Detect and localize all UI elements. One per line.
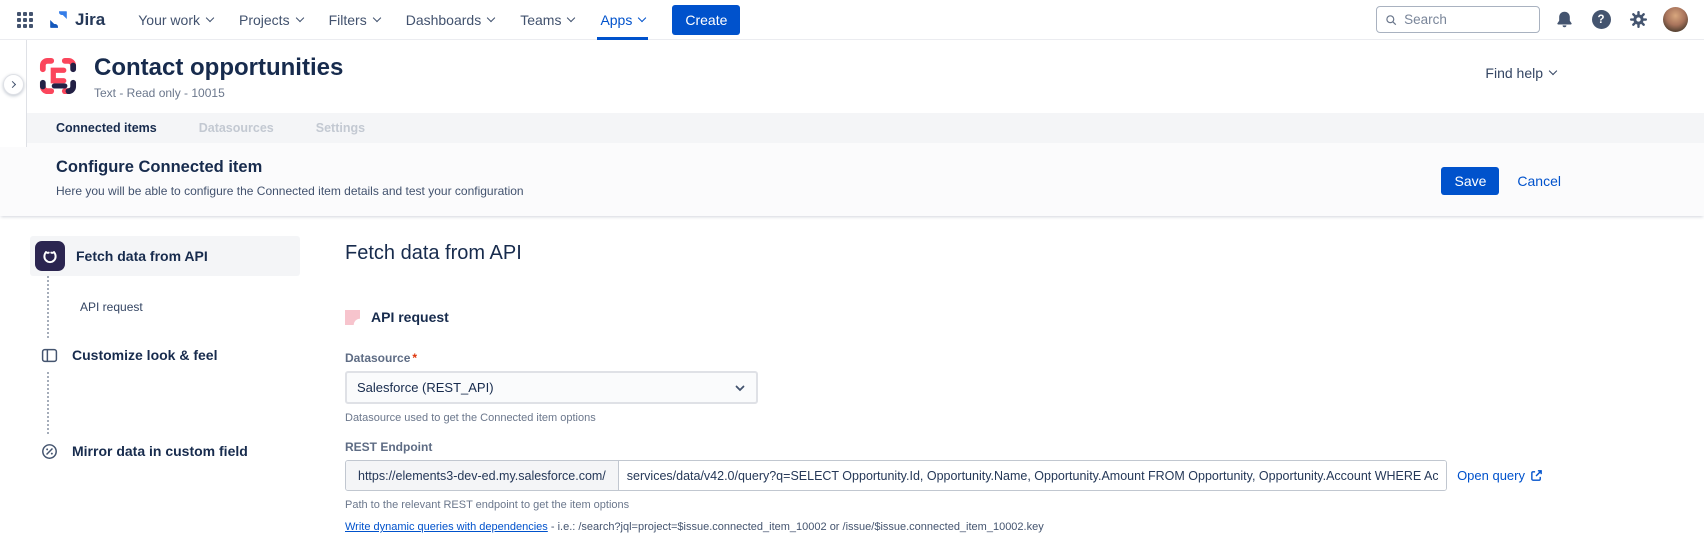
external-link-icon: [1530, 469, 1543, 482]
topnav-right-cluster: ?: [1376, 6, 1688, 33]
sidebar-item-label: Customize look & feel: [72, 347, 217, 363]
jira-logo[interactable]: Jira: [48, 9, 105, 30]
help-button[interactable]: ?: [1588, 7, 1614, 33]
tabs-bar: Connected items Datasources Settings: [0, 113, 1704, 143]
search-icon: [1385, 13, 1397, 27]
chevron-down-icon: [638, 13, 646, 21]
configure-description: Here you will be able to configure the C…: [56, 184, 524, 198]
datasource-label: Datasource*: [345, 351, 1543, 365]
expand-sidebar-button[interactable]: [3, 74, 24, 95]
nav-dashboards[interactable]: Dashboards: [403, 0, 498, 40]
tab-settings[interactable]: Settings: [316, 121, 365, 135]
datasource-help-text: Datasource used to get the Connected ite…: [345, 412, 1543, 424]
nav-filters[interactable]: Filters: [326, 0, 383, 40]
rest-endpoint-input-group: https://elements3-dev-ed.my.salesforce.c…: [345, 460, 1447, 491]
chevron-down-icon: [295, 13, 303, 21]
sidebar-item-label: Fetch data from API: [76, 248, 208, 264]
question-mark-icon: ?: [1592, 10, 1611, 29]
form-content: Fetch data from API API request Datasour…: [345, 236, 1543, 533]
avatar: [1663, 7, 1688, 32]
required-asterisk: *: [412, 351, 417, 365]
endpoint-url-prefix: https://elements3-dev-ed.my.salesforce.c…: [346, 461, 619, 490]
rest-endpoint-label: REST Endpoint: [345, 440, 1543, 454]
settings-button[interactable]: [1625, 7, 1651, 33]
api-request-icon: [345, 310, 360, 325]
sidebar-item-mirror-data[interactable]: Mirror data in custom field: [30, 434, 300, 468]
main-content: Fetch data from API API request Customiz…: [0, 216, 1704, 533]
tab-connected-items[interactable]: Connected items: [56, 121, 157, 135]
search-box[interactable]: [1376, 6, 1540, 33]
configure-header-bar: Configure Connected item Here you will b…: [0, 143, 1704, 216]
jira-mark-icon: [48, 9, 69, 30]
create-button[interactable]: Create: [672, 5, 740, 35]
fetch-hook-icon: [35, 241, 65, 271]
tab-datasources[interactable]: Datasources: [199, 121, 274, 135]
endpoint-help-text: Path to the relevant REST endpoint to ge…: [345, 499, 1543, 511]
datasource-selected-value: Salesforce (REST_API): [357, 380, 494, 395]
sidebar-item-fetch-data[interactable]: Fetch data from API: [30, 236, 300, 276]
mirror-circle-icon: [41, 443, 58, 460]
find-help-dropdown[interactable]: Find help: [1485, 65, 1556, 81]
save-button[interactable]: Save: [1441, 167, 1499, 195]
profile-button[interactable]: [1662, 7, 1688, 33]
chevron-down-icon: [372, 13, 380, 21]
sidebar-subitem-api-request[interactable]: API request: [80, 300, 143, 314]
chevron-down-icon: [206, 13, 214, 21]
endpoint-path-input[interactable]: [619, 461, 1446, 490]
connector-dotted-line: [47, 372, 300, 434]
chevron-right-icon: [9, 81, 16, 88]
configure-title: Configure Connected item: [56, 158, 524, 177]
api-request-section-header: API request: [345, 309, 1543, 325]
sidebar-item-customize-look[interactable]: Customize look & feel: [30, 338, 300, 372]
chevron-down-icon: [567, 13, 575, 21]
bell-icon: [1555, 10, 1574, 29]
header-text-block: Contact opportunities Text - Read only -…: [94, 53, 343, 100]
cancel-button[interactable]: Cancel: [1517, 173, 1561, 189]
notifications-button[interactable]: [1551, 7, 1577, 33]
search-input[interactable]: [1404, 12, 1531, 27]
nav-teams[interactable]: Teams: [517, 0, 577, 40]
sidebar-item-label: Mirror data in custom field: [72, 443, 248, 459]
layout-panel-icon: [41, 347, 58, 364]
dynamic-queries-link[interactable]: Write dynamic queries with dependencies: [345, 521, 548, 533]
connector-dotted-line: API request: [47, 276, 300, 338]
page-title: Contact opportunities: [94, 53, 343, 83]
section-heading: Fetch data from API: [345, 242, 1543, 265]
elements-connect-logo: [35, 53, 81, 99]
page-subtitle: Text - Read only - 10015: [94, 86, 343, 100]
nav-projects[interactable]: Projects: [236, 0, 306, 40]
open-query-link[interactable]: Open query: [1457, 468, 1543, 483]
chevron-down-icon: [1549, 67, 1557, 75]
dynamic-queries-example: - i.e.: /search?jql=project=$issue.conne…: [548, 521, 1044, 533]
chevron-down-icon: [487, 13, 495, 21]
api-request-title: API request: [371, 309, 449, 325]
configure-actions: Save Cancel: [1441, 167, 1561, 195]
top-navigation-bar: Jira Your work Projects Filters Dashboar…: [0, 0, 1704, 40]
gear-icon: [1629, 10, 1648, 29]
grid-icon: [17, 12, 33, 28]
jira-wordmark: Jira: [75, 10, 105, 30]
configure-text-block: Configure Connected item Here you will b…: [56, 158, 524, 198]
datasource-select[interactable]: Salesforce (REST_API): [345, 371, 758, 404]
rest-endpoint-row: https://elements3-dev-ed.my.salesforce.c…: [345, 460, 1543, 491]
steps-sidebar: Fetch data from API API request Customiz…: [30, 236, 300, 533]
nav-apps[interactable]: Apps: [597, 0, 648, 40]
app-switcher-icon[interactable]: [10, 5, 40, 35]
chevron-down-icon: [734, 382, 746, 394]
left-rail: [0, 40, 27, 147]
dynamic-queries-line: Write dynamic queries with dependencies …: [345, 521, 1543, 533]
nav-your-work[interactable]: Your work: [135, 0, 216, 40]
page-header: Contact opportunities Text - Read only -…: [0, 40, 1704, 113]
